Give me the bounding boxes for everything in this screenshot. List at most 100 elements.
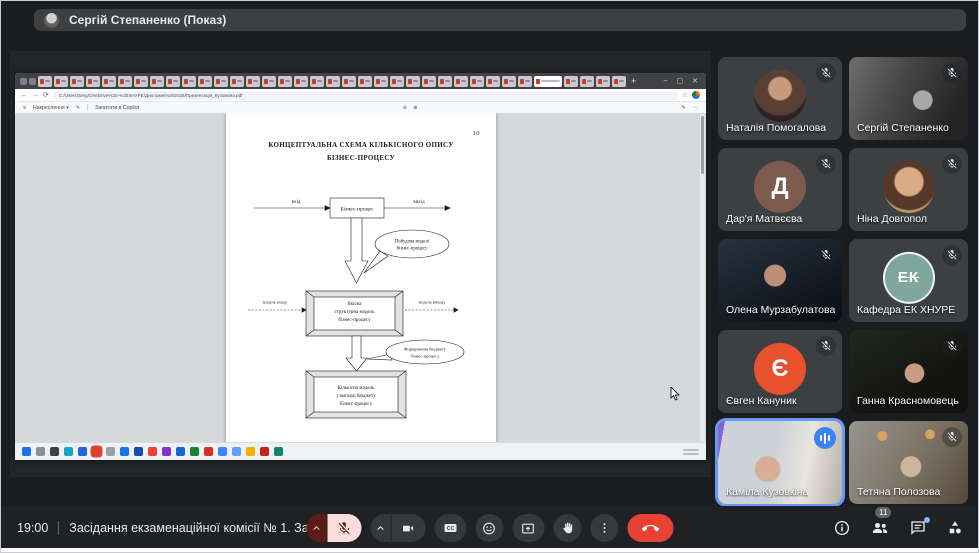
browser-tab[interactable] [102,76,116,87]
browser-tab[interactable] [406,76,420,87]
mic-toggle-button[interactable] [327,514,361,542]
taskbar-app-icon[interactable] [50,447,59,456]
participant-tile[interactable]: ЕККафедра ЕК ХНУРЕ [849,239,968,322]
taskbar-app-icon[interactable] [162,447,171,456]
browser-tab[interactable] [246,76,260,87]
browser-tab[interactable] [230,76,244,87]
taskbar-app-icon[interactable] [232,447,241,456]
browser-tab[interactable] [502,76,516,87]
highlight-icon[interactable]: ✎ [76,105,80,111]
participant-tile[interactable]: Олена Мурзабулатова [718,239,842,322]
taskbar-app-icon[interactable] [246,447,255,456]
address-input[interactable]: C:/Users/Serg/OneDrive%20-%20ХНУРЕ/Дипло… [53,91,678,100]
participant-tile[interactable]: Каміла Кузовкіна [718,421,842,504]
taskbar-app-icon[interactable] [274,447,283,456]
maximize-icon[interactable]: ▢ [677,77,684,85]
browser-tab[interactable] [342,76,356,87]
browser-tab[interactable] [86,76,100,87]
captions-button[interactable]: CC [434,514,466,542]
browser-tab[interactable] [310,76,324,87]
browser-tab[interactable] [518,76,532,87]
browser-tab[interactable] [166,76,180,87]
pdf-more-icon[interactable]: ⋯ [693,105,698,111]
participant-tile[interactable]: Тетяна Полозова [849,421,968,504]
browser-tab[interactable] [374,76,388,87]
back-icon[interactable]: ← [21,92,28,99]
taskbar-app-icon[interactable] [92,447,101,456]
participant-tile[interactable]: Наталія Помогалова [718,57,842,140]
participant-tile[interactable]: ЄЄвген Кануник [718,330,842,413]
browser-tab[interactable] [54,76,68,87]
camera-options-button[interactable] [370,514,390,542]
new-tab-button[interactable]: + [631,77,636,86]
taskbar-app-icon[interactable] [120,447,129,456]
browser-tab[interactable] [470,76,484,87]
browser-tab[interactable] [534,76,562,87]
meeting-details-button[interactable] [833,519,851,537]
browser-tab[interactable] [182,76,196,87]
browser-profile-avatar[interactable] [692,91,700,99]
end-call-button[interactable] [627,514,673,542]
taskbar-app-icon[interactable] [204,447,213,456]
browser-tab[interactable] [70,76,84,87]
browser-tab[interactable] [198,76,212,87]
zoom-out-icon[interactable]: ⊖ [403,105,407,111]
close-icon[interactable]: ✕ [692,77,698,85]
activities-panel-button[interactable] [946,519,964,537]
browser-tab[interactable] [262,76,276,87]
pdf-viewer[interactable]: 10 КОНЦЕПТУАЛЬНА СХЕМА КІЛЬКІСНОГО ОПИСУ… [15,113,706,443]
participant-tile[interactable]: ДДар'я Матвєєва [718,148,842,231]
taskbar-app-icon[interactable] [218,447,227,456]
camera-toggle-button[interactable] [391,514,425,542]
zoom-in-icon[interactable]: ⊕ [413,105,417,111]
browser-tab[interactable] [564,76,578,87]
participant-tile[interactable]: Сергій Степаненко [849,57,968,140]
taskbar-app-icon[interactable] [134,447,143,456]
taskbar-app-icon[interactable] [64,447,73,456]
taskbar-clock[interactable] [683,449,699,455]
presenter-banner[interactable]: Сергій Степаненко (Показ) [34,9,966,31]
reactions-button[interactable] [475,514,503,542]
taskbar-app-icon[interactable] [36,447,45,456]
browser-tab[interactable] [454,76,468,87]
taskbar-app-icon[interactable] [106,447,115,456]
minimize-icon[interactable]: – [664,77,668,85]
vertical-tabs-icon[interactable] [29,78,36,85]
chat-panel-button[interactable] [909,519,927,537]
participant-tile[interactable]: Ніна Довгопол [849,148,968,231]
browser-tab[interactable] [390,76,404,87]
browser-tab[interactable] [438,76,452,87]
taskbar-app-icon[interactable] [190,447,199,456]
browser-tab[interactable] [358,76,372,87]
browser-tab[interactable] [134,76,148,87]
participant-tile[interactable]: Ганна Красномовець [849,330,968,413]
taskbar-app-icon[interactable] [22,447,31,456]
browser-tab[interactable] [422,76,436,87]
present-button[interactable] [512,514,544,542]
browser-tab[interactable] [580,76,594,87]
scrollbar-thumb[interactable] [701,116,704,174]
tab-search-icon[interactable] [20,78,27,85]
browser-tab[interactable] [326,76,340,87]
browser-tab[interactable] [278,76,292,87]
people-panel-button[interactable]: 11 [870,518,890,538]
raise-hand-button[interactable] [553,514,581,542]
browser-tab[interactable] [38,76,52,87]
taskbar-app-icon[interactable] [176,447,185,456]
taskbar-app-icon[interactable] [260,447,269,456]
browser-tab[interactable] [118,76,132,87]
browser-tab[interactable] [486,76,500,87]
favorite-icon[interactable]: ☆ [682,91,688,99]
refresh-icon[interactable]: ⟳ [43,91,49,99]
more-options-button[interactable] [590,514,618,542]
draw-tool-button[interactable]: Накреслення ▾ [33,105,69,111]
browser-tab[interactable] [596,76,610,87]
pdf-edit-icon[interactable]: ✎ [681,105,685,111]
copilot-button[interactable]: Запитати в Copilot [95,105,139,111]
mic-options-button[interactable] [306,514,326,542]
browser-tab[interactable] [612,76,626,87]
taskbar-app-icon[interactable] [78,447,87,456]
forward-icon[interactable]: → [32,92,39,99]
pdf-scrollbar[interactable] [700,114,705,442]
browser-tab[interactable] [150,76,164,87]
